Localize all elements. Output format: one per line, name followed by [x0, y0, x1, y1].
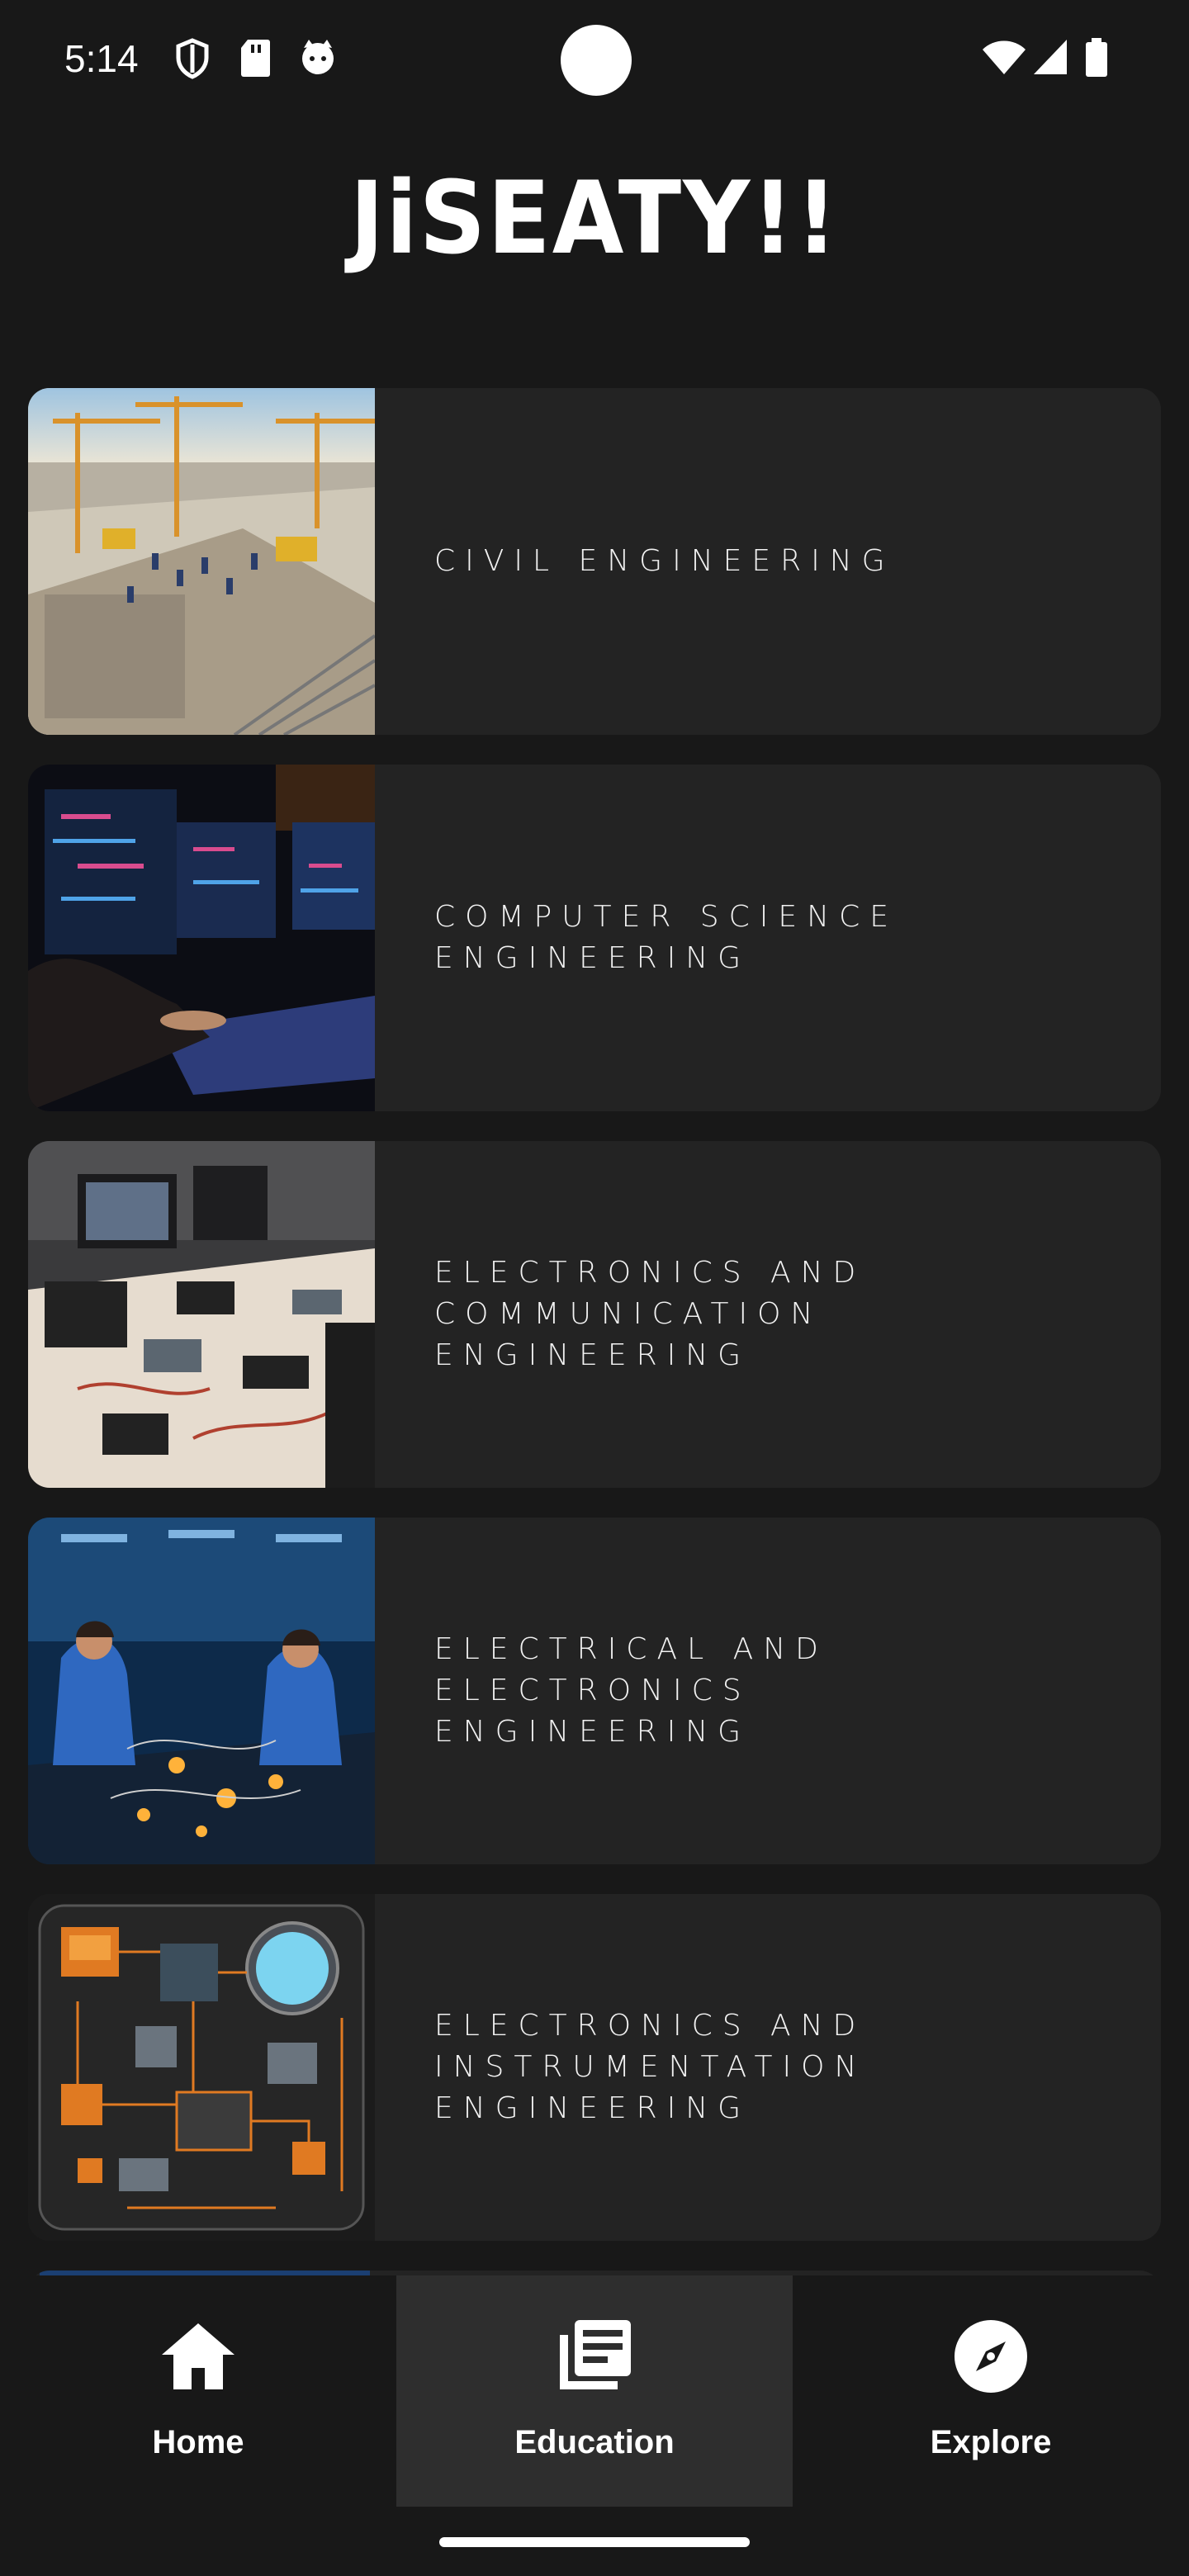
status-time: 5:14: [64, 37, 139, 80]
sd-card-icon: [241, 40, 270, 77]
education-icon: [560, 2320, 631, 2389]
construction-site-image: [28, 388, 375, 735]
course-card-cse[interactable]: COMPUTER SCIENCE ENGINEERING: [28, 765, 1161, 1111]
nav-education[interactable]: Education: [396, 2275, 793, 2507]
nav-label-home: Home: [152, 2424, 244, 2460]
battery-icon: [1086, 38, 1107, 77]
course-title: ELECTRICAL AND ELECTRONICS ENGINEERING: [434, 1632, 828, 1749]
shield-icon: [176, 38, 209, 79]
course-card-eie[interactable]: ELECTRONICS AND INSTRUMENTATION ENGINEERIN…: [28, 1894, 1161, 2241]
course-title: COMPUTER SCIENCE ENGINEERING: [434, 900, 898, 975]
electrical-lab-image: [28, 1518, 375, 1864]
course-card-eee[interactable]: ELECTRICAL AND ELECTRONICS ENGINEERING: [28, 1518, 1161, 1864]
course-card-civil[interactable]: CIVIL ENGINEERING: [28, 388, 1161, 735]
home-indicator[interactable]: [439, 2537, 750, 2547]
home-icon: [162, 2323, 234, 2389]
nav-explore[interactable]: Explore: [793, 2275, 1189, 2507]
nav-home[interactable]: Home: [0, 2275, 396, 2507]
nav-label-education: Education: [514, 2424, 675, 2460]
electronics-lab-image: [28, 1141, 375, 1488]
status-bar: 5:14: [0, 0, 1189, 124]
course-title: ELECTRONICS AND COMMUNICATION ENGINEERING: [434, 1256, 866, 1372]
cat-icon: [302, 40, 334, 74]
course-title: CIVIL ENGINEERING: [434, 544, 895, 578]
app-title: JiSEATY!!: [349, 160, 840, 277]
wifi-icon: [983, 40, 1026, 74]
camera-cutout: [561, 25, 632, 96]
circuit-board-image: [28, 1894, 375, 2241]
bottom-navigation: Home Education Explore: [0, 2275, 1189, 2576]
nav-label-explore: Explore: [930, 2424, 1052, 2460]
course-card-ece[interactable]: ELECTRONICS AND COMMUNICATION ENGINEERING: [28, 1141, 1161, 1488]
course-title: ELECTRONICS AND INSTRUMENTATION ENGINEERIN…: [434, 2009, 867, 2125]
compass-icon: [955, 2320, 1027, 2393]
signal-icon: [1034, 40, 1067, 74]
computer-workstation-image: [28, 765, 375, 1111]
